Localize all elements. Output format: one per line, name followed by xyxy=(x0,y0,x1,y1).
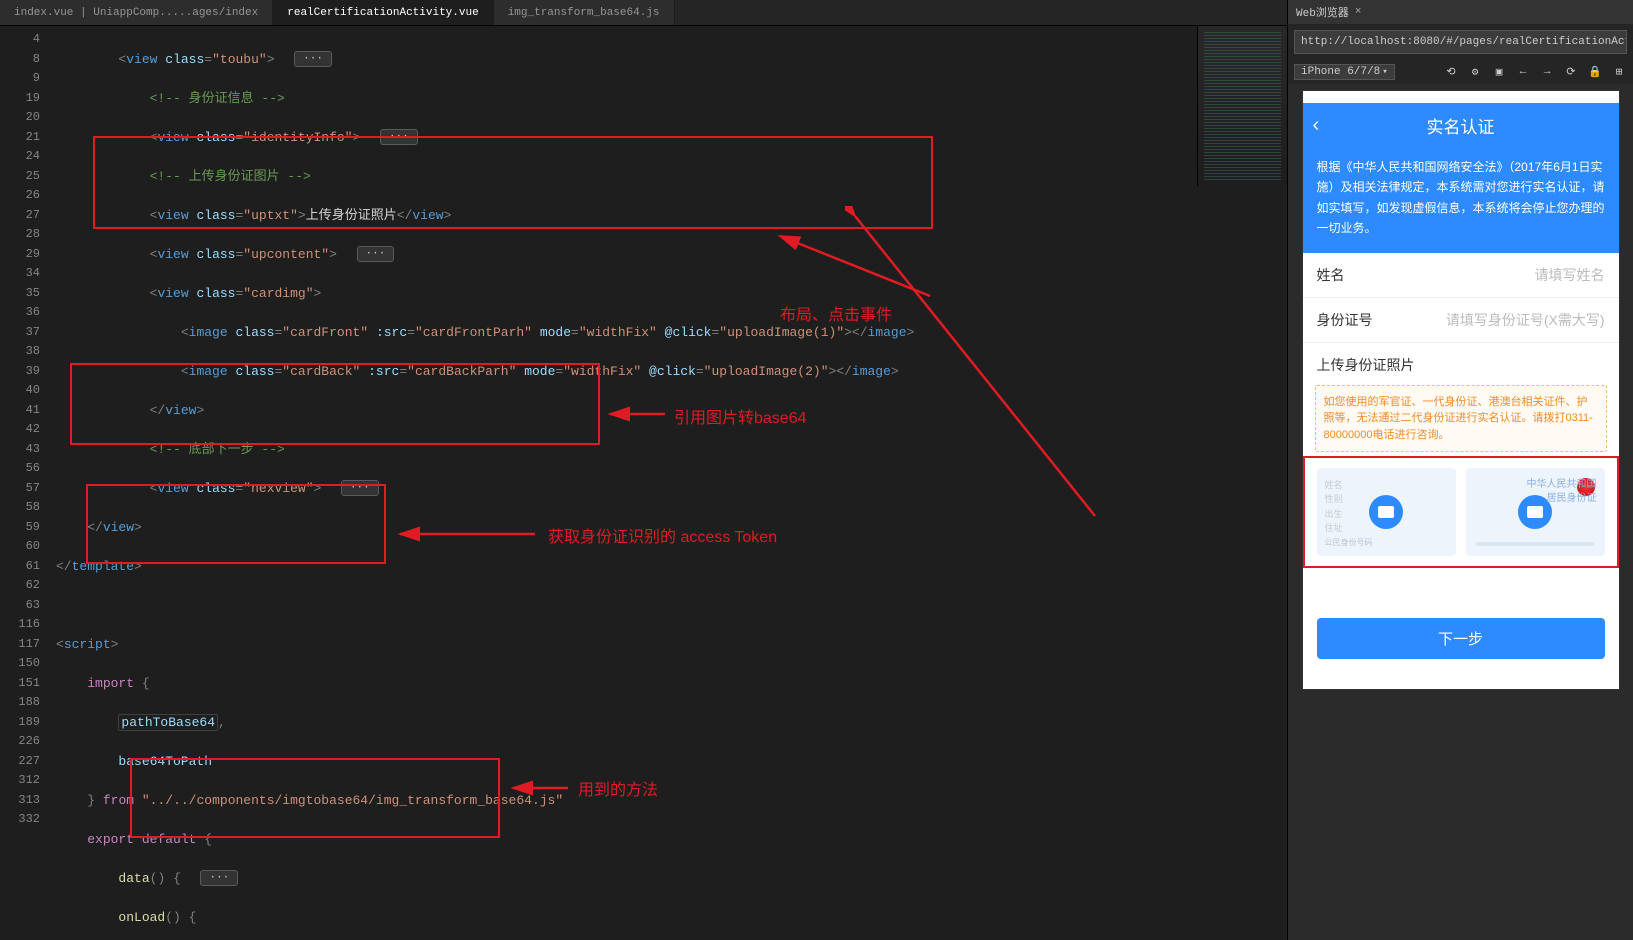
back-icon[interactable]: ← xyxy=(1515,66,1531,78)
fold-badge[interactable]: ··· xyxy=(200,870,238,886)
forward-icon[interactable]: → xyxy=(1539,66,1555,78)
close-icon[interactable]: × xyxy=(1355,6,1362,18)
next-button[interactable]: 下一步 xyxy=(1317,618,1605,659)
web-preview-panel: Web浏览器 × http://localhost:8080/#/pages/r… xyxy=(1287,0,1633,940)
fold-badge[interactable]: ··· xyxy=(357,246,395,262)
annotation-label: 引用图片转base64 xyxy=(674,404,807,428)
back-chevron-icon[interactable]: ‹ xyxy=(1313,114,1320,137)
name-row: 姓名 请填写姓名 xyxy=(1303,253,1619,298)
tab-real-certification[interactable]: realCertificationActivity.vue xyxy=(273,0,493,25)
id-row: 身份证号 请填写身份证号(X需大写) xyxy=(1303,298,1619,343)
id-card-back-upload[interactable]: 中华人民共和国 居民身份证 xyxy=(1466,468,1605,556)
annotation-label: 布局、点击事件 xyxy=(780,301,892,325)
device-selector[interactable]: iPhone 6/7/8▾ xyxy=(1294,64,1395,80)
annotation-label: 用到的方法 xyxy=(578,776,658,800)
page-title: 实名认证 xyxy=(1427,113,1495,138)
tab-index-vue[interactable]: index.vue | UniappComp.....ages/index xyxy=(0,0,273,25)
rotate-icon[interactable]: ⟲ xyxy=(1443,65,1459,79)
preview-titlebar: Web浏览器 × xyxy=(1288,0,1633,24)
lock-icon[interactable]: 🔒 xyxy=(1587,65,1603,79)
screenshot-icon[interactable]: ▣ xyxy=(1491,65,1507,79)
preview-toolbar: iPhone 6/7/8▾ ⟲ ⚙ ▣ ← → ⟳ 🔒 ⊞ xyxy=(1288,60,1633,84)
preview-title: Web浏览器 xyxy=(1296,4,1349,20)
annotation-label: 获取身份证识别的 access Token xyxy=(548,523,777,547)
preview-url-input[interactable]: http://localhost:8080/#/pages/realCertif… xyxy=(1294,30,1627,54)
line-gutter: 4891920212425262728293435363738394041424… xyxy=(0,26,56,940)
upload-warning: 如您使用的军官证、一代身份证、港澳台相关证件、护照等，无法通过二代身份证进行实名… xyxy=(1315,385,1607,453)
camera-icon xyxy=(1369,495,1403,529)
refresh-icon[interactable]: ⟳ xyxy=(1563,65,1579,79)
grid-icon[interactable]: ⊞ xyxy=(1611,65,1627,79)
preview-viewport: ‹ 实名认证 根据《中华人民共和国网络安全法》（2017年6月1日实施）及相关法… xyxy=(1288,84,1633,940)
editor-tabs: index.vue | UniappComp.....ages/index re… xyxy=(0,0,1287,26)
id-label: 身份证号 xyxy=(1317,310,1373,330)
card-upload-area: 姓名 性别 出生 住址 公民身份号码 中华人民共和国 居民身份证 xyxy=(1303,456,1619,568)
code-content[interactable]: <view class="toubu"> ··· <!-- 身份证信息 --> … xyxy=(56,26,1287,940)
phone-frame: ‹ 实名认证 根据《中华人民共和国网络安全法》（2017年6月1日实施）及相关法… xyxy=(1302,90,1620,690)
fold-badge[interactable]: ··· xyxy=(380,129,418,145)
gear-icon[interactable]: ⚙ xyxy=(1467,65,1483,79)
name-label: 姓名 xyxy=(1317,265,1345,285)
editor-area: index.vue | UniappComp.....ages/index re… xyxy=(0,0,1287,940)
tab-img-transform[interactable]: img_transform_base64.js xyxy=(494,0,675,25)
id-card-front-upload[interactable]: 姓名 性别 出生 住址 公民身份号码 xyxy=(1317,468,1456,556)
fold-badge[interactable]: ··· xyxy=(294,51,332,67)
preview-page-header: ‹ 实名认证 xyxy=(1303,103,1619,147)
upload-section-title: 上传身份证照片 xyxy=(1303,343,1619,381)
name-input[interactable]: 请填写姓名 xyxy=(1535,265,1605,285)
code-body: 4891920212425262728293435363738394041424… xyxy=(0,26,1287,940)
notice-text: 根据《中华人民共和国网络安全法》（2017年6月1日实施）及相关法律规定，本系统… xyxy=(1303,147,1619,253)
minimap[interactable] xyxy=(1197,26,1287,186)
id-input[interactable]: 请填写身份证号(X需大写) xyxy=(1446,310,1605,330)
fold-badge[interactable]: ··· xyxy=(341,480,379,496)
